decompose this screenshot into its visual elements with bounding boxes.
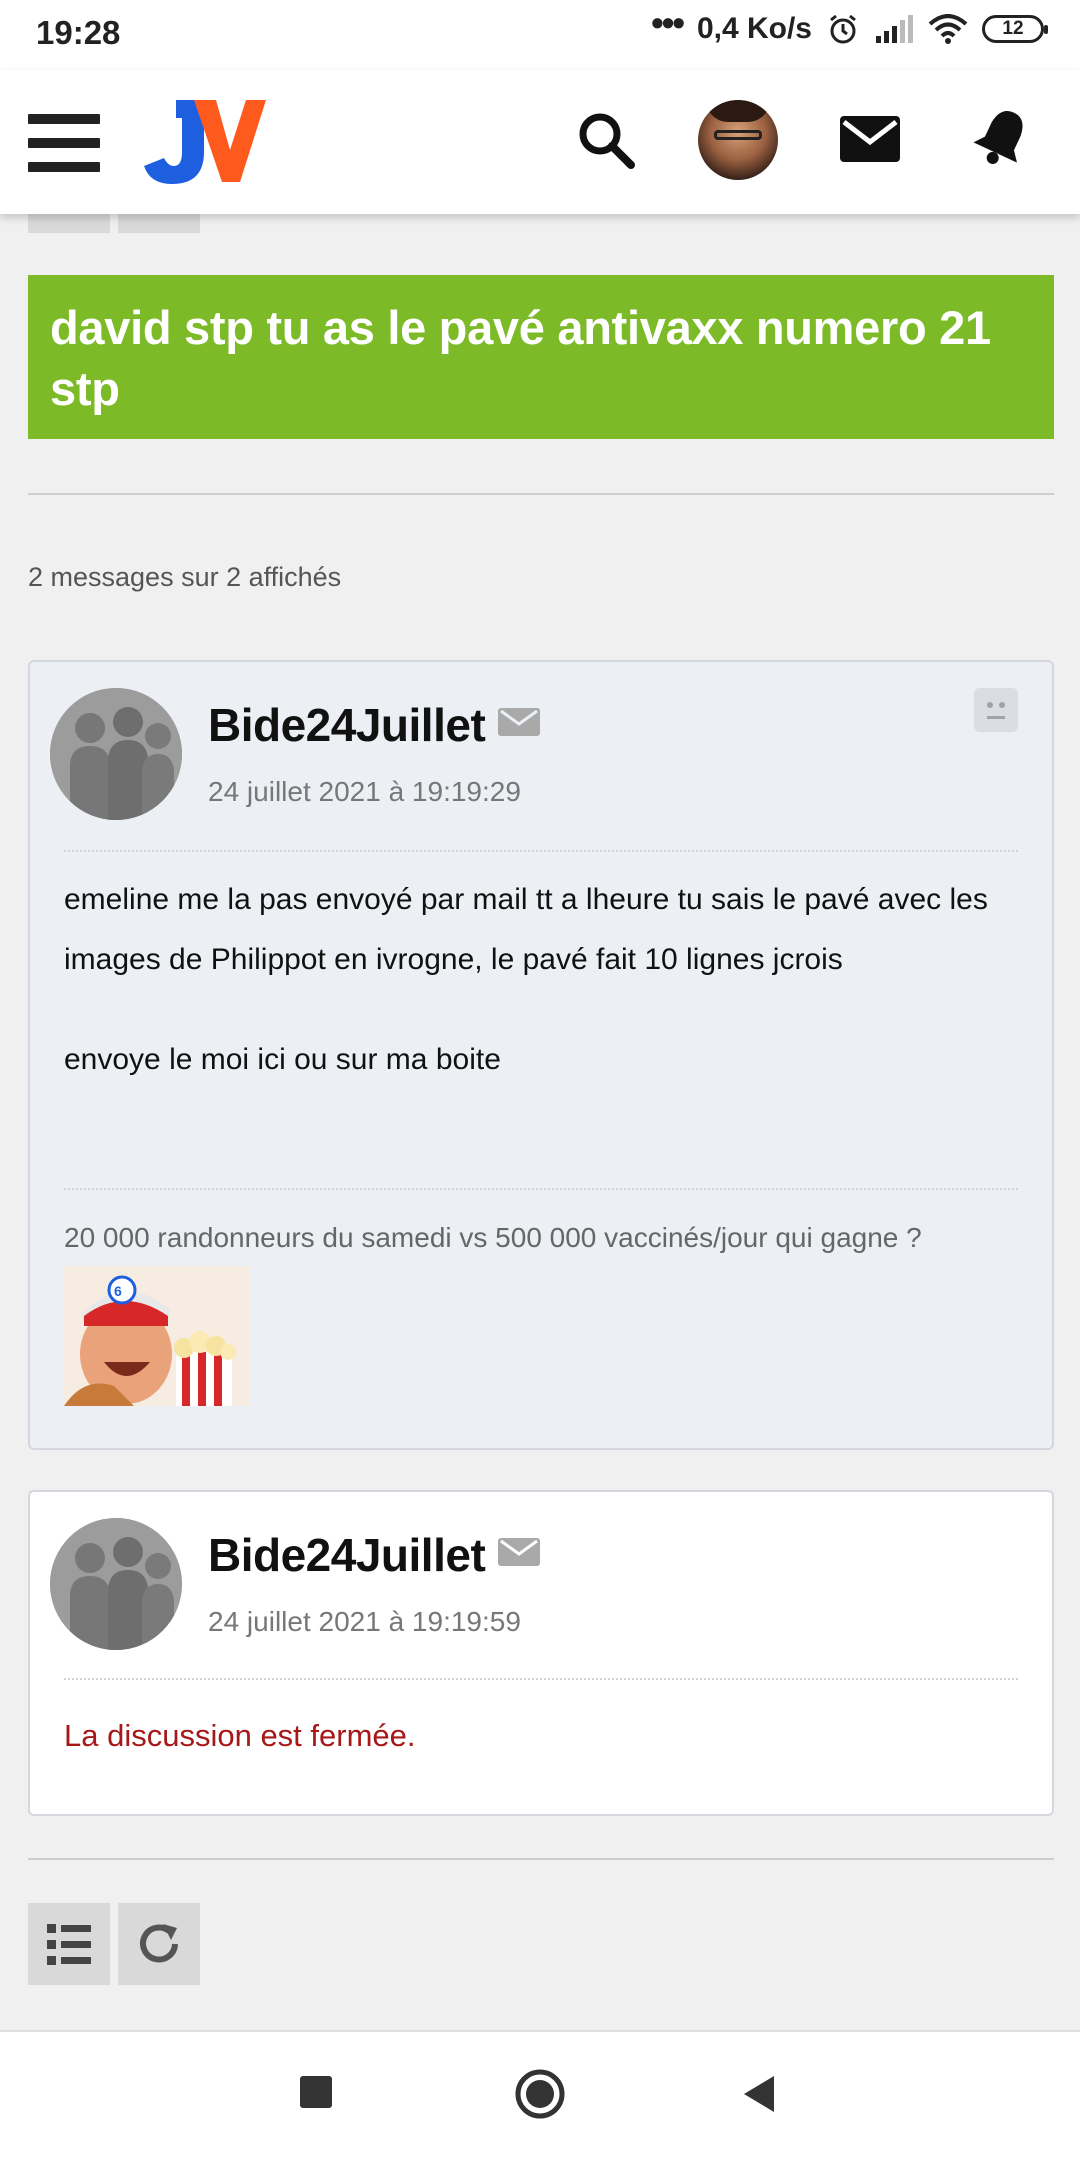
avatar[interactable] (698, 100, 778, 180)
signature-text: 20 000 randonneurs du samedi vs 500 000 … (64, 1222, 922, 1253)
topic-title: david stp tu as le pavé antivaxx numero … (50, 301, 991, 415)
topic-list-button[interactable] (28, 1903, 110, 1985)
recents-icon[interactable] (298, 2074, 334, 2110)
status-bar: 19:28 ••• 0,4 Ko/s 12 (0, 0, 1080, 70)
list-icon (47, 1924, 91, 1965)
signal-icon (876, 15, 913, 43)
topic-title-banner: david stp tu as le pavé antivaxx numero … (28, 275, 1054, 439)
post-date: 24 juillet 2021 à 19:19:29 (208, 776, 521, 807)
svg-text:6: 6 (114, 1283, 122, 1299)
battery-icon: 12 (982, 15, 1048, 43)
refresh-icon (140, 1924, 178, 1963)
status-time: 19:28 (36, 14, 121, 51)
back-icon[interactable] (740, 2074, 776, 2114)
header-separator (64, 1678, 1018, 1680)
menu-icon[interactable] (28, 114, 100, 172)
signature-image[interactable]: 6 (64, 1266, 250, 1406)
bell-icon[interactable] (972, 106, 1032, 170)
battery-level: 12 (1002, 18, 1024, 39)
report-icon[interactable] (974, 688, 1018, 732)
header-separator (64, 850, 1018, 852)
mail-icon[interactable] (498, 706, 540, 738)
status-icons: ••• 0,4 Ko/s 12 (651, 2, 1048, 46)
post-date: 24 juillet 2021 à 19:19:59 (208, 1606, 521, 1637)
post-body: emeline me la pas envoyé par mail tt a l… (64, 870, 1024, 1130)
closed-notice: La discussion est fermée. (64, 1718, 416, 1753)
system-nav-bar (0, 2030, 1080, 2162)
author-name[interactable]: Bide24Juillet (208, 698, 486, 752)
default-avatar-icon (50, 1518, 182, 1650)
message-post: Bide24Juillet 24 juillet 2021 à 19:19:59… (28, 1490, 1054, 1816)
wifi-icon (928, 14, 968, 44)
author-avatar[interactable] (50, 688, 182, 820)
default-avatar-icon (50, 688, 182, 820)
message-count: 2 messages sur 2 affichés (28, 562, 342, 592)
mail-icon[interactable] (840, 116, 900, 162)
more-dots-icon: ••• (651, 2, 685, 43)
mail-icon[interactable] (498, 1536, 540, 1568)
message-post: Bide24Juillet 24 juillet 2021 à 19:19:29… (28, 660, 1054, 1450)
search-icon[interactable] (576, 110, 636, 170)
refresh-button[interactable] (118, 1903, 200, 1985)
author-avatar[interactable] (50, 1518, 182, 1650)
divider (28, 493, 1054, 495)
jv-logo[interactable] (142, 96, 268, 188)
post-paragraph: emeline me la pas envoyé par mail tt a l… (64, 883, 988, 976)
author-name[interactable]: Bide24Juillet (208, 1528, 486, 1582)
post-paragraph: envoye le moi ici ou sur ma boite (64, 1043, 501, 1076)
alarm-icon (830, 14, 856, 44)
app-header (0, 70, 1080, 214)
network-speed: 0,4 Ko/s (696, 12, 812, 45)
divider (28, 1858, 1054, 1860)
home-icon[interactable] (514, 2068, 566, 2120)
signature-separator (64, 1188, 1018, 1190)
